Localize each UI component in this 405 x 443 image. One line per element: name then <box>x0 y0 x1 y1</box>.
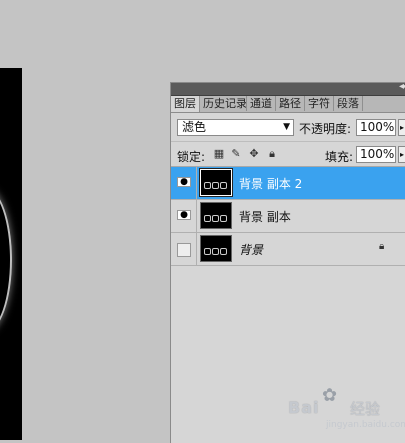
watermark-logo: Bai <box>288 398 320 417</box>
lock-label: 锁定: <box>177 150 206 164</box>
tab-character[interactable]: 字符 <box>305 96 334 111</box>
thumbnail-glyphs <box>204 178 230 189</box>
transparency-lock-icon[interactable]: ▦ <box>213 148 225 160</box>
tab-paragraph[interactable]: 段落 <box>334 96 363 111</box>
blend-opacity-row: 滤色 ▼ 不透明度: 100% ▸ <box>171 113 405 142</box>
image-canvas <box>0 68 22 440</box>
layer-thumbnail[interactable] <box>200 202 232 229</box>
layer-row[interactable]: ● 背景 副本 <box>171 200 405 233</box>
layer-name[interactable]: 背景 副本 2 <box>239 175 302 192</box>
baidu-watermark: Bai ✿ 经验 jingyan.baidu.com <box>288 386 405 431</box>
watermark-text: 经验 <box>350 400 381 418</box>
opacity-input[interactable]: 100% <box>356 119 396 136</box>
lock-fill-row: 锁定: ▦ ✎ ✥ 🔒︎ 填充: 100% ▸ <box>171 142 405 167</box>
panel-titlebar[interactable]: ◂◂ <box>171 81 405 96</box>
thumbnail-glyphs <box>204 211 230 222</box>
opacity-spin-icon[interactable]: ▸ <box>398 119 405 136</box>
tab-layers[interactable]: 图层 <box>171 96 200 112</box>
tab-channels[interactable]: 通道 <box>247 96 276 111</box>
visibility-cell[interactable] <box>171 233 197 265</box>
blend-mode-value: 滤色 <box>182 120 207 134</box>
padlock-icon[interactable]: 🔒︎ <box>266 148 278 160</box>
fill-label: 填充: <box>325 150 354 164</box>
layer-row[interactable]: ● 背景 副本 2 <box>171 167 405 200</box>
tab-history[interactable]: 历史记录 <box>200 96 247 111</box>
opacity-label: 不透明度: <box>299 122 352 136</box>
fill-input[interactable]: 100% <box>356 146 396 163</box>
dropdown-arrow-icon: ▼ <box>283 122 290 132</box>
eye-icon[interactable]: ● <box>177 177 191 187</box>
visibility-toggle-empty[interactable] <box>177 243 191 257</box>
layers-panel: ◂◂ 图层 历史记录 通道 路径 字符 段落 滤色 ▼ 不透明度: 100% ▸… <box>170 81 405 443</box>
fill-spin-icon[interactable]: ▸ <box>398 146 405 163</box>
visibility-cell[interactable]: ● <box>171 200 197 232</box>
eye-icon[interactable]: ● <box>177 210 191 220</box>
blend-mode-select[interactable]: 滤色 ▼ <box>177 119 294 136</box>
paw-icon: ✿ <box>322 385 338 406</box>
layer-thumbnail[interactable] <box>199 168 233 197</box>
collapse-icon[interactable]: ◂◂ <box>399 81 405 92</box>
layer-name[interactable]: 背景 副本 <box>239 208 291 225</box>
canvas-artwork <box>0 188 12 332</box>
tab-paths[interactable]: 路径 <box>276 96 305 111</box>
move-lock-icon[interactable]: ✥ <box>248 148 260 160</box>
thumbnail-glyphs <box>204 244 230 255</box>
panel-tabs: 图层 历史记录 通道 路径 字符 段落 <box>171 96 405 113</box>
brush-lock-icon[interactable]: ✎ <box>230 148 242 160</box>
layer-lock-icon: 🔒︎ <box>379 241 385 252</box>
visibility-cell[interactable]: ● <box>171 167 197 199</box>
watermark-url: jingyan.baidu.com <box>326 420 405 430</box>
layer-thumbnail[interactable] <box>200 235 232 262</box>
layer-row[interactable]: 背景 🔒︎ <box>171 233 405 266</box>
layer-name[interactable]: 背景 <box>239 241 263 258</box>
